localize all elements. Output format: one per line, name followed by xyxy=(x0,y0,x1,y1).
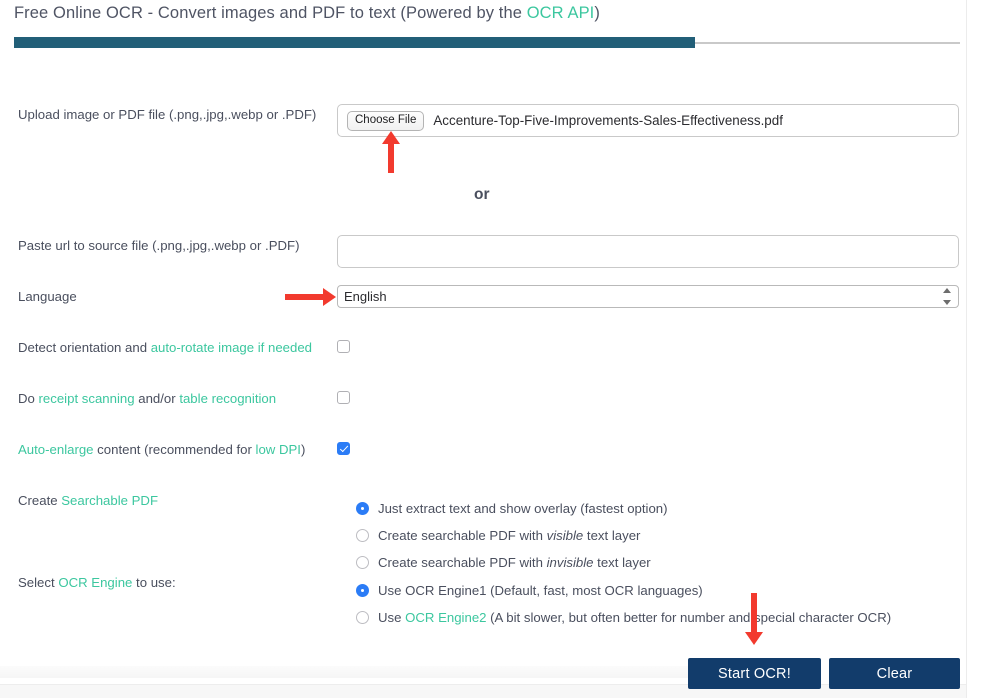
clear-button[interactable]: Clear xyxy=(829,658,960,689)
or-separator: or xyxy=(474,186,490,203)
radio-visible-layer-label: Create searchable PDF with visible text … xyxy=(378,527,641,543)
low-dpi-link[interactable]: low DPI xyxy=(256,442,301,457)
radio-option-visible-layer[interactable]: Create searchable PDF with visible text … xyxy=(356,527,640,543)
searchable-pdf-link[interactable]: Searchable PDF xyxy=(61,493,158,508)
start-ocr-button[interactable]: Start OCR! xyxy=(688,658,821,689)
ocr-api-link[interactable]: OCR API xyxy=(527,4,595,22)
auto-rotate-link[interactable]: auto-rotate image if needed xyxy=(151,340,312,355)
radio-invisible-layer-label: Create searchable PDF with invisible tex… xyxy=(378,554,651,570)
ocr-page: Free Online OCR - Convert images and PDF… xyxy=(0,0,966,698)
receipt-table-label: Do receipt scanning and/or table recogni… xyxy=(18,391,276,407)
url-input[interactable] xyxy=(337,235,959,268)
footer-band xyxy=(0,684,966,698)
ocr-engine-text-pre: Select xyxy=(18,575,59,590)
auto-enlarge-label: Auto-enlarge content (recommended for lo… xyxy=(18,442,305,458)
radio-extract-text-label: Just extract text and show overlay (fast… xyxy=(378,500,668,516)
arrow-down-icon xyxy=(744,593,764,645)
choose-file-button[interactable]: Choose File xyxy=(347,110,425,131)
detect-orientation-checkbox[interactable] xyxy=(337,340,350,353)
language-select[interactable]: English xyxy=(337,285,959,308)
page-title: Free Online OCR - Convert images and PDF… xyxy=(14,4,600,23)
table-recognition-link[interactable]: table recognition xyxy=(179,391,276,406)
detect-orientation-label: Detect orientation and auto-rotate image… xyxy=(18,340,312,356)
radio-invisible-layer[interactable] xyxy=(356,555,369,569)
detect-orientation-text: Detect orientation and xyxy=(18,340,151,355)
right-gutter xyxy=(966,0,985,698)
selected-file-name: Accenture-Top-Five-Improvements-Sales-Ef… xyxy=(433,113,783,128)
arrow-up-icon xyxy=(381,131,401,173)
radio-option-invisible-layer[interactable]: Create searchable PDF with invisible tex… xyxy=(356,554,651,570)
auto-enlarge-link[interactable]: Auto-enlarge xyxy=(18,442,94,457)
file-upload-field[interactable]: Choose File Accenture-Top-Five-Improveme… xyxy=(337,104,959,137)
radio-engine2-label: Use OCR Engine2 (A bit slower, but often… xyxy=(378,609,892,625)
radio-engine1[interactable] xyxy=(356,583,369,597)
footer-ghost-strip xyxy=(0,666,690,678)
language-select-wrapper[interactable]: English xyxy=(337,285,959,308)
radio-engine1-label: Use OCR Engine1 (Default, fast, most OCR… xyxy=(378,582,703,598)
upload-label: Upload image or PDF file (.png,.jpg,.web… xyxy=(18,107,317,122)
searchable-pdf-label: Create Searchable PDF xyxy=(18,493,158,509)
ocr-engine-text-post: to use: xyxy=(132,575,176,590)
radio-option-engine1[interactable]: Use OCR Engine1 (Default, fast, most OCR… xyxy=(356,582,703,598)
receipt-scanning-link[interactable]: receipt scanning xyxy=(39,391,135,406)
radio-extract-text[interactable] xyxy=(356,501,369,515)
auto-enlarge-text-mid: content (recommended for xyxy=(93,442,256,457)
language-label: Language xyxy=(18,289,77,304)
radio-engine2[interactable] xyxy=(356,610,369,624)
ocr-engine2-link[interactable]: OCR Engine2 xyxy=(405,610,486,625)
url-label: Paste url to source file (.png,.jpg,.web… xyxy=(18,238,300,253)
radio-visible-layer[interactable] xyxy=(356,528,369,542)
radio-option-engine2[interactable]: Use OCR Engine2 (A bit slower, but often… xyxy=(356,609,891,625)
ocr-engine-link[interactable]: OCR Engine xyxy=(58,575,132,590)
progress-fill xyxy=(14,37,695,48)
arrow-right-icon xyxy=(285,288,337,306)
ocr-engine-label: Select OCR Engine to use: xyxy=(18,575,176,591)
searchable-pdf-text: Create xyxy=(18,493,62,508)
receipt-text-mid: and/or xyxy=(134,391,180,406)
page-title-text-post: ) xyxy=(594,4,600,22)
receipt-text-pre: Do xyxy=(18,391,39,406)
page-title-text-pre: Free Online OCR - Convert images and PDF… xyxy=(14,4,527,22)
auto-enlarge-checkbox[interactable] xyxy=(337,442,350,455)
radio-option-extract-text[interactable]: Just extract text and show overlay (fast… xyxy=(356,500,668,516)
receipt-table-checkbox[interactable] xyxy=(337,391,350,404)
auto-enlarge-text-post: ) xyxy=(300,442,306,457)
